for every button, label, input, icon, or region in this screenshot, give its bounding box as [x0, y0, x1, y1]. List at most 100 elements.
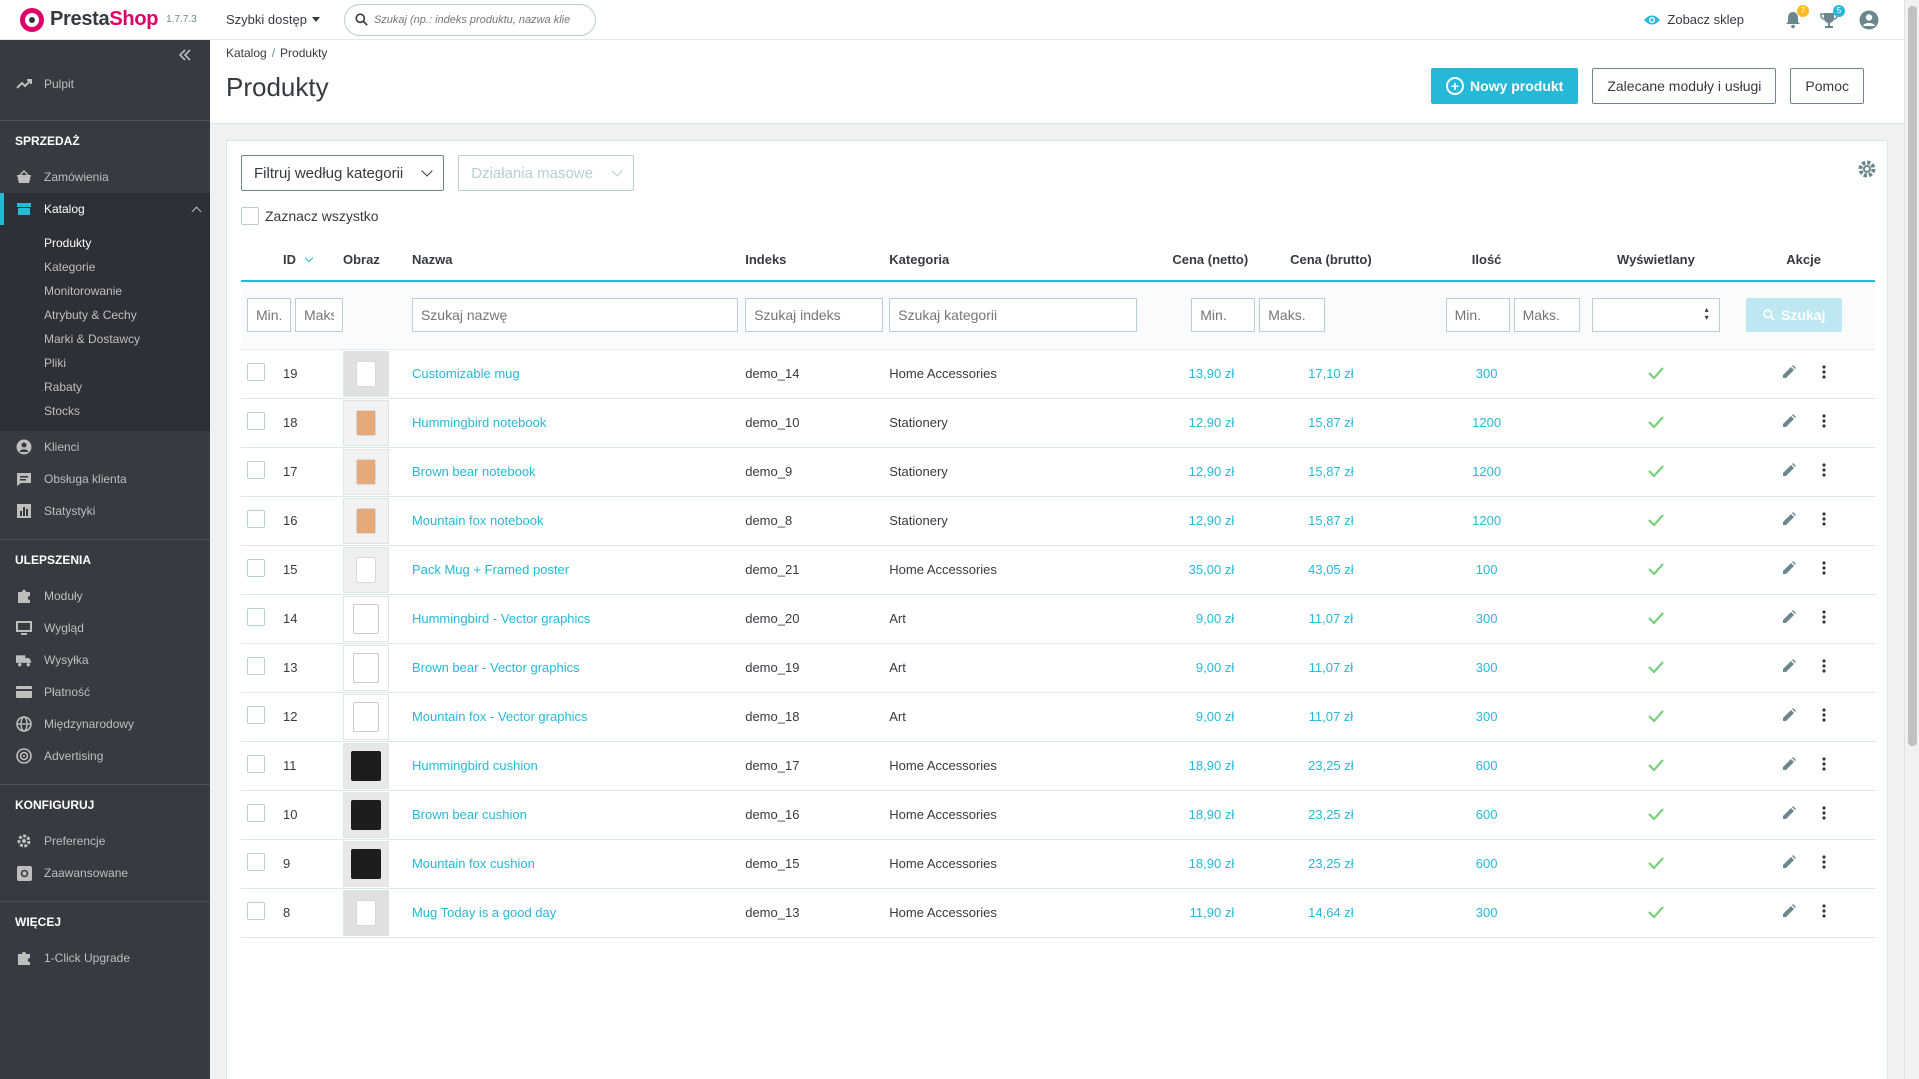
col-id[interactable]: ID [277, 239, 343, 282]
row-checkbox[interactable] [247, 902, 265, 920]
product-name-link[interactable]: Mountain fox cushion [412, 856, 535, 871]
product-price-net[interactable]: 9,00 zł [1196, 611, 1234, 626]
product-name-link[interactable]: Customizable mug [412, 366, 520, 381]
filter-category-dropdown[interactable]: Filtruj według kategorii [241, 155, 445, 191]
edit-pencil-icon[interactable] [1782, 757, 1796, 771]
product-price-gross[interactable]: 15,87 zł [1308, 415, 1354, 430]
select-all-checkbox[interactable] [241, 207, 259, 225]
product-quantity[interactable]: 1200 [1472, 464, 1501, 479]
product-price-gross[interactable]: 17,10 zł [1308, 366, 1354, 381]
sidebar-item-upgrade[interactable]: 1-Click Upgrade [0, 942, 210, 974]
table-row[interactable]: 13 Brown bear - Vector graphics demo_19 Art… [241, 643, 1875, 693]
table-row[interactable]: 18 Hummingbird notebook demo_10 Stationery 1… [241, 398, 1875, 448]
col-reference[interactable]: Indeks [745, 239, 890, 282]
edit-pencil-icon[interactable] [1782, 659, 1796, 673]
quick-access-dropdown[interactable]: Szybki dostęp [226, 12, 320, 27]
product-price-gross[interactable]: 23,25 zł [1308, 807, 1354, 822]
product-price-gross[interactable]: 15,87 zł [1308, 513, 1354, 528]
more-actions-icon[interactable] [1822, 463, 1826, 477]
product-thumbnail[interactable] [343, 350, 389, 397]
displayed-check-icon[interactable] [1648, 705, 1664, 727]
filter-id-max[interactable] [295, 298, 343, 333]
sidebar-item-payment[interactable]: Płatność [0, 676, 210, 708]
product-price-gross[interactable]: 15,87 zł [1308, 464, 1354, 479]
product-quantity[interactable]: 600 [1476, 758, 1498, 773]
page-scrollbar[interactable] [1904, 0, 1919, 1079]
more-actions-icon[interactable] [1822, 904, 1826, 918]
more-actions-icon[interactable] [1822, 365, 1826, 379]
filter-price-min[interactable] [1191, 298, 1256, 333]
col-category[interactable]: Kategoria [889, 239, 1138, 282]
col-displayed[interactable]: Wyświetlany [1579, 239, 1733, 282]
edit-pencil-icon[interactable] [1782, 414, 1796, 428]
displayed-check-icon[interactable] [1648, 362, 1664, 384]
filter-displayed-select[interactable] [1591, 298, 1720, 333]
product-thumbnail[interactable] [343, 595, 389, 642]
product-thumbnail[interactable] [343, 693, 389, 740]
displayed-check-icon[interactable] [1648, 558, 1664, 580]
more-actions-icon[interactable] [1822, 414, 1826, 428]
product-quantity[interactable]: 300 [1476, 709, 1498, 724]
logo[interactable]: PrestaShop 1.7.7.3 [0, 7, 220, 32]
product-price-gross[interactable]: 11,07 zł [1309, 709, 1354, 724]
product-name-link[interactable]: Mug Today is a good day [412, 905, 556, 920]
orders-button[interactable]: 5 [1818, 4, 1845, 31]
row-checkbox[interactable] [247, 804, 265, 822]
product-name-link[interactable]: Pack Mug + Framed poster [412, 562, 569, 577]
view-shop-link[interactable]: Zobacz sklep [1643, 12, 1744, 27]
table-row[interactable]: 9 Mountain fox cushion demo_15 Home Accesso… [241, 839, 1875, 889]
sidebar-item-modules[interactable]: Moduły [0, 580, 210, 612]
col-name[interactable]: Nazwa [411, 239, 746, 282]
product-price-gross[interactable]: 23,25 zł [1308, 856, 1354, 871]
displayed-check-icon[interactable] [1648, 509, 1664, 531]
product-price-net[interactable]: 35,00 zł [1189, 562, 1235, 577]
more-actions-icon[interactable] [1822, 757, 1826, 771]
row-checkbox[interactable] [247, 706, 265, 724]
edit-pencil-icon[interactable] [1782, 512, 1796, 526]
more-actions-icon[interactable] [1822, 512, 1826, 526]
row-checkbox[interactable] [247, 363, 265, 381]
product-name-link[interactable]: Brown bear - Vector graphics [412, 660, 580, 675]
more-actions-icon[interactable] [1822, 561, 1826, 575]
product-thumbnail[interactable] [343, 889, 389, 936]
product-quantity[interactable]: 300 [1476, 660, 1498, 675]
sidebar-item-stats[interactable]: Statystyki [0, 495, 210, 527]
displayed-check-icon[interactable] [1648, 656, 1664, 678]
bulk-actions-dropdown[interactable]: Działania masowe [458, 155, 634, 191]
product-name-link[interactable]: Mountain fox notebook [412, 513, 544, 528]
product-price-net[interactable]: 12,90 zł [1189, 415, 1235, 430]
edit-pencil-icon[interactable] [1782, 610, 1796, 624]
table-settings-gear-icon[interactable] [1857, 159, 1877, 182]
displayed-check-icon[interactable] [1648, 852, 1664, 874]
product-price-net[interactable]: 18,90 zł [1189, 807, 1235, 822]
product-thumbnail[interactable] [343, 742, 389, 789]
filter-name-input[interactable] [411, 298, 738, 333]
sidebar-item-preferences[interactable]: Preferencje [0, 825, 210, 857]
product-price-net[interactable]: 13,90 zł [1189, 366, 1235, 381]
product-name-link[interactable]: Hummingbird - Vector graphics [412, 611, 590, 626]
more-actions-icon[interactable] [1822, 659, 1826, 673]
displayed-check-icon[interactable] [1648, 460, 1664, 482]
product-name-link[interactable]: Mountain fox - Vector graphics [412, 709, 588, 724]
product-price-gross[interactable]: 43,05 zł [1308, 562, 1354, 577]
submenu-item-attributes[interactable]: Atrybuty & Cechy [0, 303, 210, 327]
displayed-check-icon[interactable] [1648, 901, 1664, 923]
product-quantity[interactable]: 1200 [1472, 513, 1501, 528]
col-price-net[interactable]: Cena (netto) [1137, 239, 1269, 282]
product-price-gross[interactable]: 11,07 zł [1309, 660, 1354, 675]
product-price-net[interactable]: 18,90 zł [1189, 758, 1235, 773]
row-checkbox[interactable] [247, 657, 265, 675]
product-quantity[interactable]: 600 [1476, 856, 1498, 871]
collapse-sidebar-icon[interactable] [178, 48, 192, 66]
sidebar-item-customers[interactable]: Klienci [0, 431, 210, 463]
table-row[interactable]: 19 Customizable mug demo_14 Home Accessorie… [241, 349, 1875, 399]
displayed-check-icon[interactable] [1648, 803, 1664, 825]
submenu-item-products[interactable]: Produkty [0, 231, 210, 255]
edit-pencil-icon[interactable] [1782, 463, 1796, 477]
more-actions-icon[interactable] [1822, 708, 1826, 722]
product-price-net[interactable]: 18,90 zł [1189, 856, 1235, 871]
more-actions-icon[interactable] [1822, 806, 1826, 820]
row-checkbox[interactable] [247, 608, 265, 626]
product-quantity[interactable]: 600 [1476, 807, 1498, 822]
product-price-net[interactable]: 9,00 zł [1196, 660, 1234, 675]
